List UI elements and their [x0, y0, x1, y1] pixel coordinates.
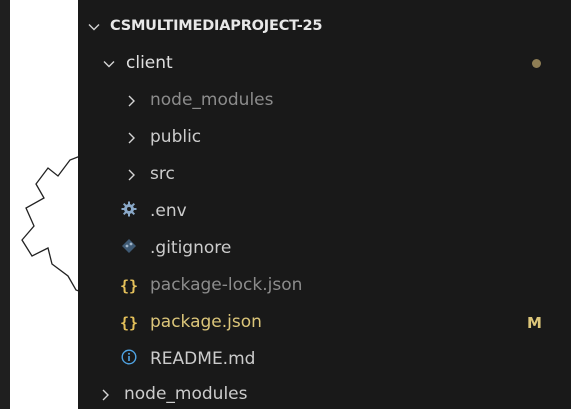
- chevron-down-icon: [102, 57, 118, 71]
- info-icon: [118, 349, 140, 370]
- chevron-right-icon: [126, 94, 142, 108]
- tree-item-label: node_modules: [150, 90, 274, 110]
- tree-item-label: .gitignore: [150, 238, 232, 258]
- tree-item-label: client: [126, 53, 173, 73]
- tree-item-node-modules[interactable]: node_modules: [78, 82, 571, 119]
- tree-item-env[interactable]: .env: [78, 193, 571, 230]
- tree-item-package-json[interactable]: {} package.json M: [78, 304, 571, 341]
- tree-item-gitignore[interactable]: .gitignore: [78, 230, 571, 267]
- file-explorer: CSMULTIMEDIAPROJECT-25 client node_modul…: [78, 0, 571, 409]
- tree-item-client[interactable]: client: [78, 45, 571, 82]
- tree-item-label: README.md: [150, 349, 256, 369]
- git-status-badge: M: [527, 313, 542, 332]
- tree-item-package-lock-json[interactable]: {} package-lock.json: [78, 267, 571, 304]
- project-header[interactable]: CSMULTIMEDIAPROJECT-25: [78, 8, 571, 45]
- chevron-right-icon: [100, 388, 116, 402]
- tree-item-label: .env: [150, 201, 187, 221]
- project-title: CSMULTIMEDIAPROJECT-25: [110, 18, 323, 35]
- chevron-right-icon: [126, 168, 142, 182]
- tree-item-node-modules-root[interactable]: node_modules: [78, 376, 571, 413]
- tree-item-src[interactable]: src: [78, 156, 571, 193]
- modified-dot-indicator: [532, 59, 541, 68]
- tree-item-label: package-lock.json: [150, 275, 303, 295]
- chevron-right-icon: [126, 131, 142, 145]
- tree-item-label: src: [150, 164, 175, 184]
- left-panel-edge: [0, 0, 10, 409]
- json-icon: {}: [119, 276, 139, 295]
- tree-item-label: public: [150, 127, 202, 147]
- chevron-down-icon: [88, 21, 104, 33]
- tree-item-public[interactable]: public: [78, 119, 571, 156]
- git-icon: [118, 238, 140, 259]
- json-icon: {}: [119, 313, 139, 332]
- tree-item-label: node_modules: [124, 384, 248, 404]
- tree-item-readme[interactable]: README.md: [78, 341, 571, 378]
- gear-icon: [118, 201, 140, 222]
- tree-item-label: package.json: [150, 312, 262, 332]
